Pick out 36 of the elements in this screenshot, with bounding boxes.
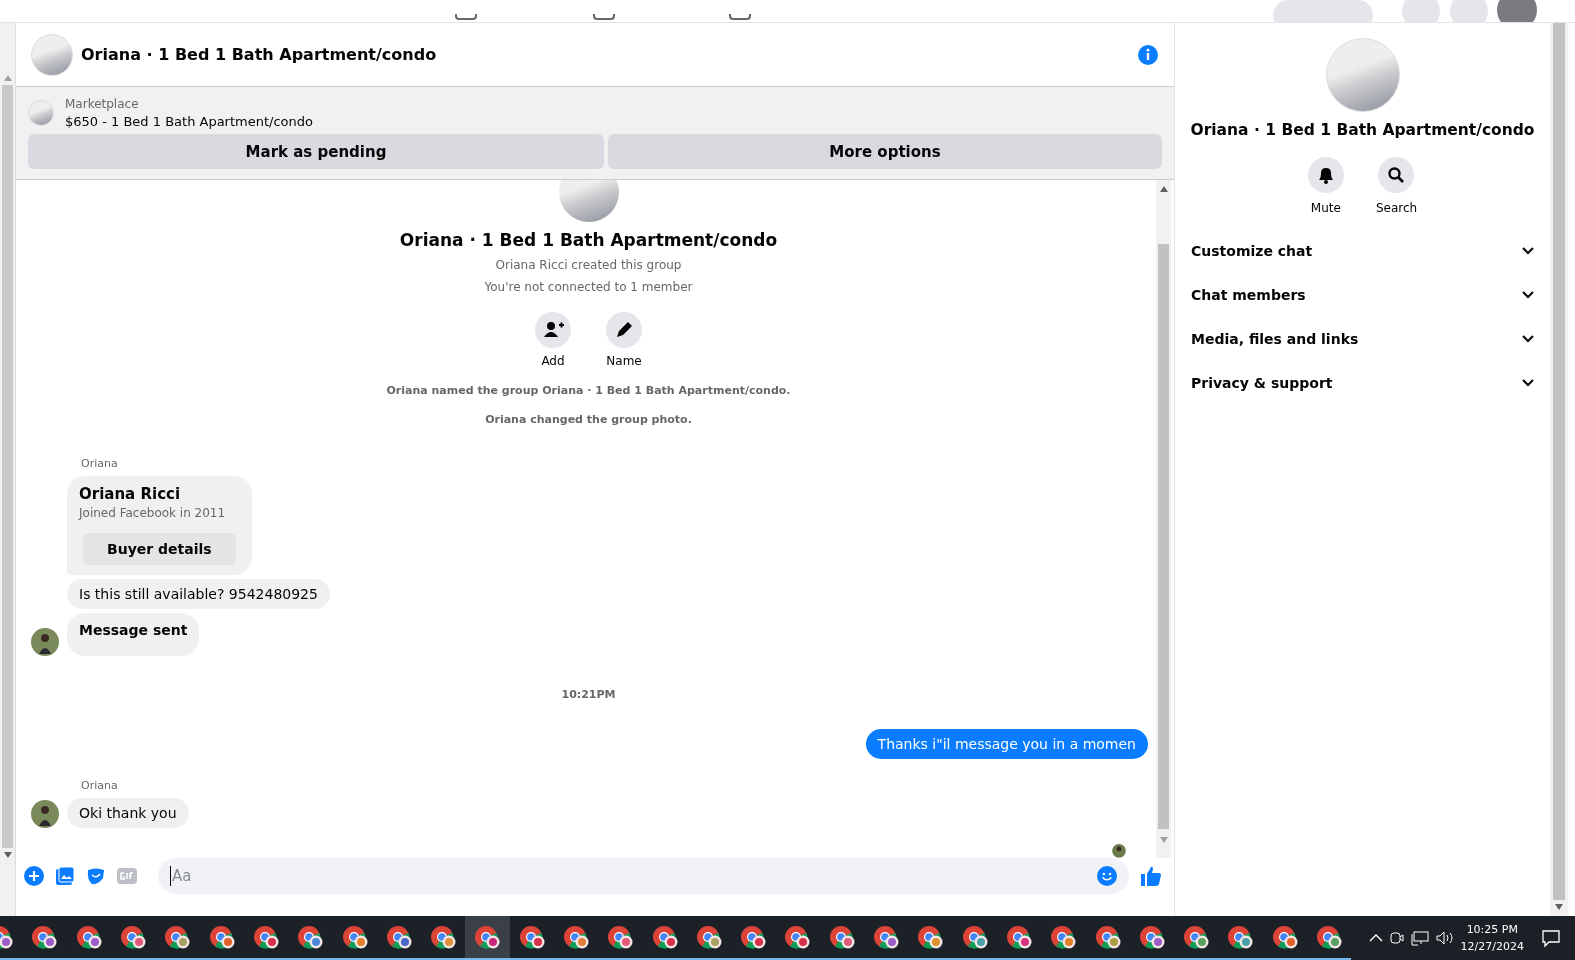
buyer-details-button[interactable]: Buyer details [83,533,236,566]
message-bubble: Oki thank you [67,798,189,829]
search-button[interactable]: Search [1375,157,1418,215]
add-button[interactable]: Add [535,312,571,368]
listing-action-button[interactable]: More options [608,134,1162,169]
section-toggle[interactable]: Chat members [1175,273,1550,317]
section-label: Media, files and links [1191,331,1359,347]
section-label: Customize chat [1191,243,1313,259]
listing-title[interactable]: $650 - 1 Bed 1 Bath Apartment/condo [65,114,313,129]
details-title: Oriana · 1 Bed 1 Bath Apartment/condo [1190,121,1535,139]
section-label: Chat members [1191,287,1306,303]
group-event-text: Oriana changed the group photo. [484,413,693,426]
clock-date[interactable]: 12/27/2024 [1460,938,1524,955]
conversation-title: Oriana · 1 Bed 1 Bath Apartment/condo [81,45,438,64]
group-event-text: Oriana named the group Oriana · 1 Bed 1 Bath Apartment/condo. [385,384,792,397]
group-title: Oriana · 1 Bed 1 Bath Apartment/condo [399,230,778,250]
section-toggle[interactable]: Privacy & support [1175,361,1550,405]
group-info-text: You're not connected to 1 member [484,280,693,294]
message-bubble: Is this still available? 9542480925 [67,579,330,610]
message-bubble: Message sent [67,613,200,657]
section-toggle[interactable]: Media, files and links [1175,317,1550,361]
timestamp: 10:21PM [560,688,617,702]
profile-name: Oriana Ricci [79,485,182,504]
sender-name: Oriana [81,779,119,793]
section-toggle[interactable]: Customize chat [1175,229,1550,273]
group-info-text: Oriana Ricci created this group [495,258,682,272]
listing-source: Marketplace [65,97,140,111]
sender-name: Oriana [81,457,119,471]
message-bubble: Thanks i"il message you in a momen [865,729,1148,760]
section-label: Privacy & support [1191,375,1333,391]
listing-action-button[interactable]: Mark as pending [28,134,604,169]
profile-detail: Joined Facebook in 2011 [79,506,227,521]
name-button[interactable]: Name [606,312,642,368]
mute-button[interactable]: Mute [1307,157,1344,215]
clock-time[interactable]: 10:25 PM [1460,921,1524,938]
message-composer-field[interactable]: Aa [158,858,1129,894]
